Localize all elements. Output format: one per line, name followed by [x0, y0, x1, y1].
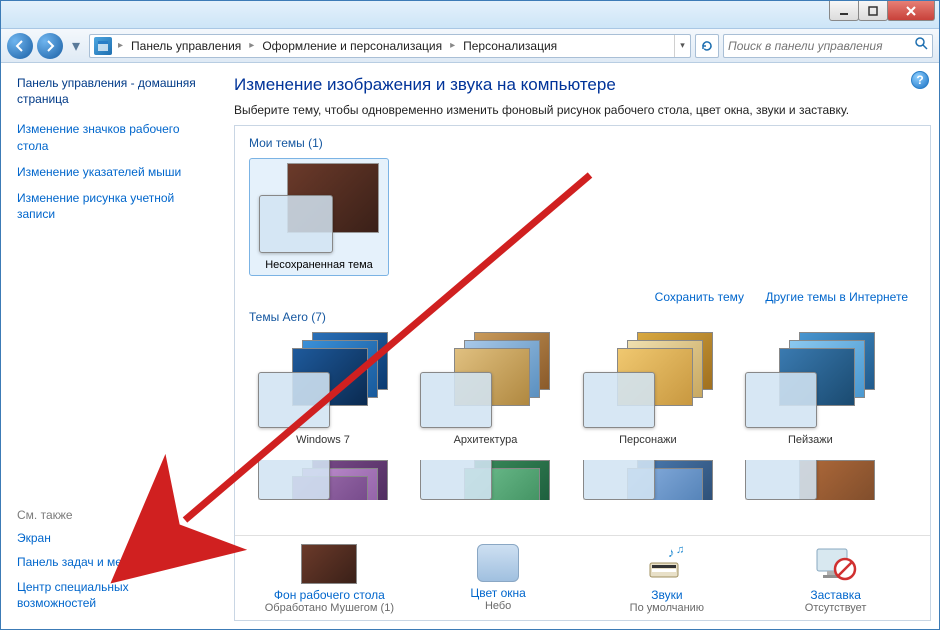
- theme-thumbnail: [258, 460, 388, 500]
- theme-label: Пейзажи: [788, 434, 833, 446]
- sidebar-link-icons[interactable]: Изменение значков рабочего стола: [17, 121, 202, 153]
- close-button[interactable]: [887, 1, 935, 21]
- theme-thumbnail: [258, 332, 388, 428]
- chevron-right-icon: ▸: [247, 40, 256, 51]
- theme-thumbnail: [745, 460, 875, 500]
- tile-label: Фон рабочего стола: [274, 588, 385, 602]
- theme-item-partial[interactable]: [736, 460, 884, 500]
- sounds-icon: ♪ ♫: [643, 544, 691, 584]
- tile-sublabel: Отсутствует: [805, 602, 867, 614]
- theme-item-characters[interactable]: Персонажи: [574, 332, 722, 446]
- tile-label: Звуки: [651, 588, 682, 602]
- themes-panel: Мои темы (1) Несохраненная тема Сохранит…: [234, 125, 931, 621]
- nav-bar: ▾ ▸ Панель управления ▸ Оформление и пер…: [1, 29, 939, 63]
- tile-window-color[interactable]: Цвет окна Небо: [423, 544, 573, 614]
- page-title: Изменение изображения и звука на компьют…: [234, 75, 931, 95]
- chevron-right-icon: ▸: [116, 40, 125, 51]
- theme-item-windows7[interactable]: Windows 7: [249, 332, 397, 446]
- breadcrumb-dropdown-icon[interactable]: ▾: [674, 35, 690, 57]
- search-icon[interactable]: [914, 36, 928, 55]
- aero-themes-group-label: Темы Aero (7): [249, 310, 922, 324]
- sidebar-link-account-picture[interactable]: Изменение рисунка учетной записи: [17, 190, 202, 222]
- tile-sublabel: По умолчанию: [630, 602, 704, 614]
- sidebar-link-taskbar[interactable]: Панель задач и меню ''Пуск'': [17, 554, 202, 570]
- theme-item-partial[interactable]: [411, 460, 559, 500]
- theme-thumbnail: [420, 460, 550, 500]
- search-box[interactable]: [723, 34, 933, 58]
- theme-thumbnail: [583, 460, 713, 500]
- theme-item-unsaved[interactable]: Несохраненная тема: [249, 158, 389, 276]
- see-also-label: См. также: [17, 508, 202, 522]
- svg-text:♪: ♪: [668, 545, 675, 560]
- theme-thumbnail: [745, 332, 875, 428]
- theme-thumbnail: [259, 163, 379, 253]
- history-dropdown-icon[interactable]: ▾: [67, 34, 85, 58]
- sidebar-link-screen[interactable]: Экран: [17, 530, 202, 546]
- back-button[interactable]: [7, 33, 33, 59]
- bottom-tiles: Фон рабочего стола Обработано Мушегом (1…: [235, 535, 930, 620]
- page-subtitle: Выберите тему, чтобы одновременно измени…: [234, 103, 931, 117]
- tile-label: Заставка: [810, 588, 861, 602]
- theme-label: Windows 7: [296, 434, 350, 446]
- control-panel-icon: [94, 37, 112, 55]
- chevron-right-icon: ▸: [448, 40, 457, 51]
- main-content: ? Изменение изображения и звука на компь…: [216, 63, 939, 629]
- tile-label: Цвет окна: [470, 586, 525, 600]
- theme-item-partial[interactable]: [574, 460, 722, 500]
- help-icon[interactable]: ?: [911, 71, 929, 89]
- more-themes-online-link[interactable]: Другие темы в Интернете: [765, 290, 908, 304]
- minimize-button[interactable]: [829, 1, 859, 21]
- theme-label: Архитектура: [454, 434, 518, 446]
- theme-thumbnail: [583, 332, 713, 428]
- forward-button[interactable]: [37, 33, 63, 59]
- tile-sublabel: Небо: [485, 600, 511, 612]
- save-theme-link[interactable]: Сохранить тему: [655, 290, 744, 304]
- sidebar-link-pointers[interactable]: Изменение указателей мыши: [17, 164, 202, 180]
- tile-sublabel: Обработано Мушегом (1): [265, 602, 394, 614]
- sidebar-link-accessibility[interactable]: Центр специальных возможностей: [17, 579, 202, 611]
- title-bar: [1, 1, 939, 29]
- tile-desktop-background[interactable]: Фон рабочего стола Обработано Мушегом (1…: [254, 544, 404, 614]
- theme-item-landscapes[interactable]: Пейзажи: [736, 332, 884, 446]
- wallpaper-icon: [301, 544, 357, 584]
- my-themes-group-label: Мои темы (1): [249, 136, 922, 150]
- sidebar-home-link[interactable]: Панель управления - домашняя страница: [17, 75, 202, 107]
- maximize-button[interactable]: [858, 1, 888, 21]
- themes-scroll-area[interactable]: Мои темы (1) Несохраненная тема Сохранит…: [235, 126, 930, 535]
- theme-item-architecture[interactable]: Архитектура: [411, 332, 559, 446]
- sidebar: Панель управления - домашняя страница Из…: [1, 63, 216, 629]
- breadcrumb[interactable]: ▸ Панель управления ▸ Оформление и персо…: [89, 34, 691, 58]
- refresh-button[interactable]: [695, 34, 719, 58]
- breadcrumb-seg-2[interactable]: Оформление и персонализация: [256, 35, 448, 57]
- theme-thumbnail: [420, 332, 550, 428]
- svg-text:♫: ♫: [676, 545, 684, 556]
- theme-label: Несохраненная тема: [254, 259, 384, 271]
- search-input[interactable]: [728, 39, 914, 53]
- theme-label: Персонажи: [619, 434, 677, 446]
- screensaver-icon: [812, 544, 860, 584]
- theme-item-partial[interactable]: [249, 460, 397, 500]
- window-frame: ▾ ▸ Панель управления ▸ Оформление и пер…: [0, 0, 940, 630]
- breadcrumb-seg-1[interactable]: Панель управления: [125, 35, 247, 57]
- window-color-icon: [477, 544, 519, 582]
- tile-sounds[interactable]: ♪ ♫ Звуки По умолчанию: [592, 544, 742, 614]
- breadcrumb-seg-3[interactable]: Персонализация: [457, 35, 563, 57]
- tile-screensaver[interactable]: Заставка Отсутствует: [761, 544, 911, 614]
